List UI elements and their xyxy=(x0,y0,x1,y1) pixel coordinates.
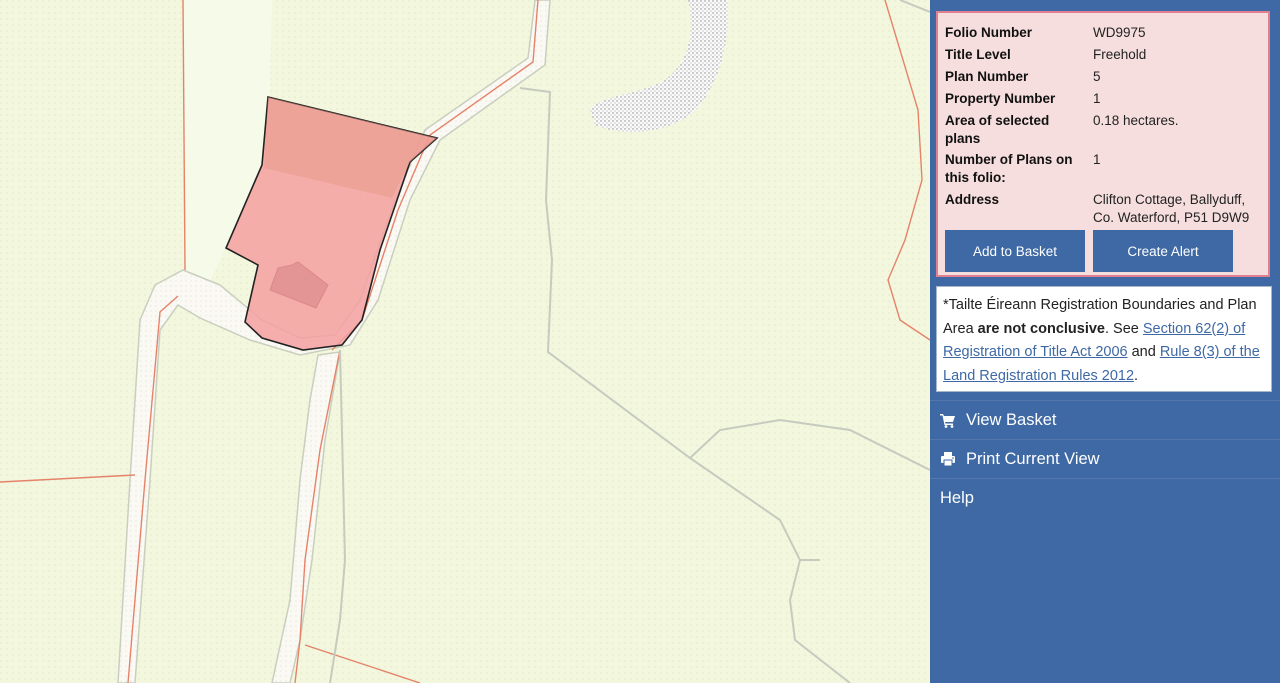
disclaimer-bold: are not conclusive xyxy=(977,320,1105,337)
menu-label: View Basket xyxy=(966,410,1057,429)
folio-info-box: Folio Number WD9975 Title Level Freehold… xyxy=(936,11,1270,277)
map-view[interactable] xyxy=(0,0,930,683)
info-value: WD9975 xyxy=(1093,25,1146,40)
info-label: Area of selected plans xyxy=(945,113,1050,146)
info-value: 1 xyxy=(1093,91,1101,106)
info-value: 5 xyxy=(1093,69,1101,84)
info-label: Folio Number xyxy=(945,25,1032,40)
disclaimer-text: . xyxy=(1134,367,1139,384)
view-basket-menu-item[interactable]: View Basket xyxy=(930,400,1280,439)
info-label: Property Number xyxy=(945,91,1056,106)
info-label: Address xyxy=(945,192,1000,207)
side-panel: Folio Number WD9975 Title Level Freehold… xyxy=(930,0,1280,683)
disclaimer-text: . See xyxy=(1105,320,1143,337)
disclaimer-box: *Tailte Éireann Registration Boundaries … xyxy=(936,286,1272,392)
info-value: Clifton Cottage, Ballyduff, Co. Waterfor… xyxy=(1093,192,1250,225)
add-to-basket-button[interactable]: Add to Basket xyxy=(945,230,1085,272)
help-menu-item[interactable]: Help xyxy=(930,478,1280,517)
disclaimer-text: and xyxy=(1127,344,1160,360)
info-value: 1 xyxy=(1093,152,1101,167)
create-alert-button[interactable]: Create Alert xyxy=(1093,230,1233,272)
info-value: Freehold xyxy=(1093,47,1147,62)
print-view-menu-item[interactable]: Print Current View xyxy=(930,439,1280,478)
info-label: Number of Plans on this folio: xyxy=(945,152,1073,185)
menu-label: Print Current View xyxy=(966,449,1100,468)
printer-icon xyxy=(941,452,955,467)
info-label: Plan Number xyxy=(945,69,1029,84)
menu-label: Help xyxy=(940,488,974,507)
shopping-cart-icon xyxy=(940,414,955,428)
map-canvas[interactable] xyxy=(0,0,930,683)
info-label: Title Level xyxy=(945,47,1011,62)
info-value: 0.18 hectares. xyxy=(1093,113,1179,128)
